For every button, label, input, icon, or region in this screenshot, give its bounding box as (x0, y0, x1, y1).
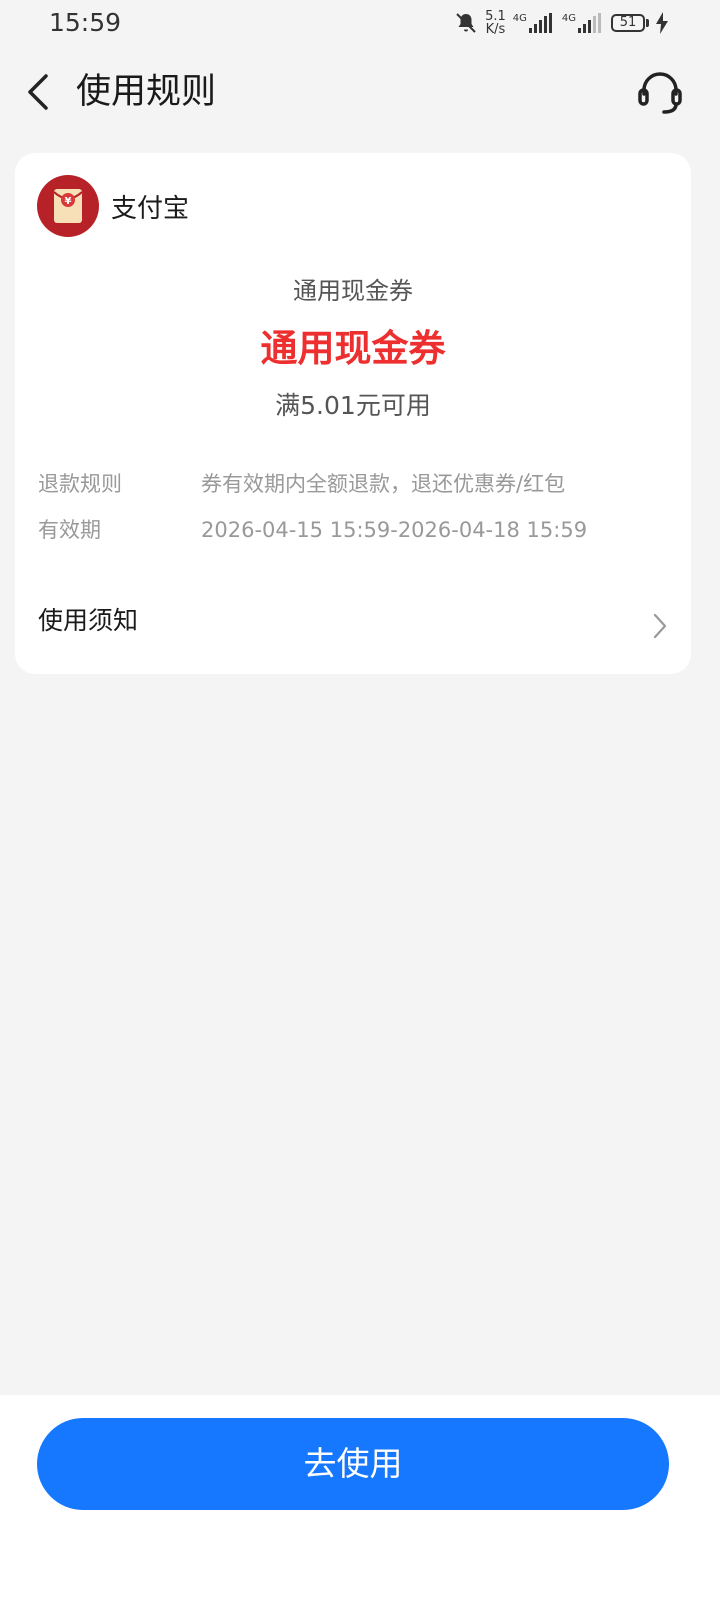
usage-notice-label: 使用须知 (38, 606, 139, 635)
bottom-action-bar: 去使用 (0, 1395, 720, 1600)
rule-key: 退款规则 (38, 472, 122, 496)
back-button[interactable] (18, 68, 62, 116)
coupon-subtitle: 通用现金券 (293, 277, 413, 305)
svg-text:¥: ¥ (65, 196, 72, 207)
signal-1: 4G (513, 13, 555, 33)
status-bar: 15:59 5.1 K/s 4G 4G 51 (0, 0, 720, 46)
charging-icon (656, 12, 668, 34)
back-icon (28, 74, 48, 110)
customer-service-icon (638, 72, 682, 114)
page-title: 使用规则 (76, 72, 217, 112)
status-time: 15:59 (49, 8, 122, 37)
rule-value: 2026-04-15 15:59-2026-04-18 15:59 (201, 518, 588, 542)
signal-2-label: 4G (561, 13, 576, 24)
signal-icon (578, 13, 601, 33)
battery-cap (646, 19, 649, 27)
signal-icon (528, 13, 552, 33)
usage-notice-row[interactable]: 使用须知 (15, 593, 691, 649)
use-now-button[interactable]: 去使用 (37, 1418, 669, 1510)
net-speed-unit: K/s (485, 22, 506, 37)
signal-2: 4G (562, 13, 604, 33)
coupon-condition: 满5.01元可用 (275, 391, 431, 420)
merchant-name: 支付宝 (111, 193, 190, 224)
chevron-right-icon (653, 613, 667, 639)
coupon-card: ¥ 支付宝 通用现金券 通用现金券 满5.01元可用 退款规则 券有效期内全额退… (15, 153, 691, 674)
battery-icon: 51 (611, 14, 649, 32)
status-icons: 5.1 K/s 4G 4G 51 (454, 6, 668, 40)
red-envelope-icon: ¥ (53, 189, 83, 223)
nav-bar: 使用规则 (0, 56, 720, 128)
battery-level: 51 (611, 14, 645, 32)
rule-value: 券有效期内全额退款，退还优惠券/红包 (201, 472, 566, 496)
mute-bell-icon (456, 13, 476, 33)
coupon-title: 通用现金券 (260, 327, 446, 370)
merchant: ¥ 支付宝 (37, 175, 189, 237)
rule-key: 有效期 (38, 518, 101, 542)
merchant-logo: ¥ (37, 175, 99, 237)
net-speed: 5.1 K/s (485, 10, 506, 36)
signal-1-label: 4G (512, 13, 527, 24)
customer-service-button[interactable] (636, 68, 684, 116)
